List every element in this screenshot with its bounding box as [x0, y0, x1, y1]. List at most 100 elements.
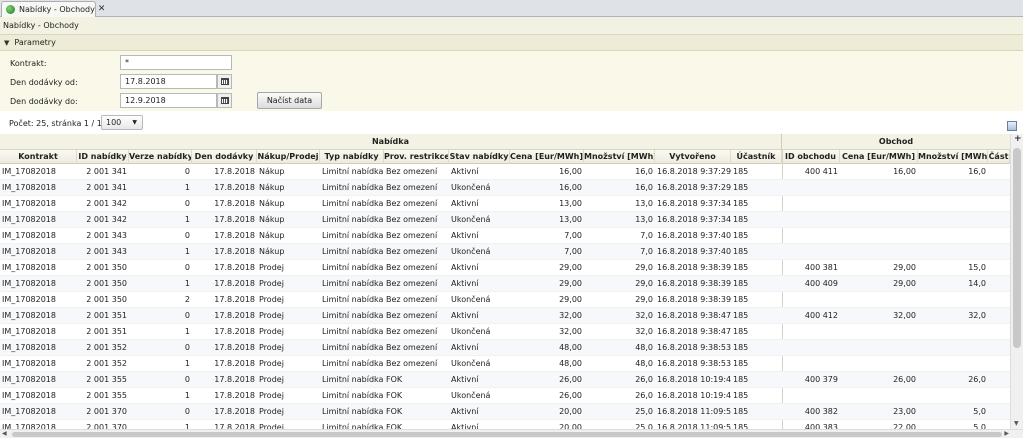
cell-cast: [988, 372, 1010, 388]
table-row[interactable]: IM_17082018 2 001 342 1 17.8.2018 Nákup Limit…: [0, 212, 1010, 228]
table-row[interactable]: IM_17082018 2 001 370 1 17.8.2018 Prodej Limi…: [0, 420, 1010, 429]
horizontal-scrollbar[interactable]: ◀ ▶: [0, 429, 1023, 438]
cell-cena: 29,00: [559, 295, 582, 304]
cell-mnozstvi-obchod: [918, 356, 988, 372]
cell-cena: 29,00: [559, 279, 582, 288]
column-header-prov-restrikce[interactable]: Prov. restrikce: [384, 150, 449, 164]
cell-id-obchodu: [782, 212, 840, 228]
cell-cena-obchod: 26,00: [893, 375, 916, 384]
cell-cena-obchod: [840, 244, 918, 260]
cell-kontrakt: IM_17082018: [2, 407, 56, 416]
column-header-den-dodavky[interactable]: Den dodávky: [192, 150, 257, 164]
table-row[interactable]: IM_17082018 2 001 351 0 17.8.2018 Prodej Limi…: [0, 308, 1010, 324]
cell-prov-restrikce: Bez omezení: [386, 231, 438, 240]
den-dodavky-do-input[interactable]: 12.9.2018: [120, 93, 217, 108]
cell-stav-nabidky: Ukončená: [451, 247, 491, 256]
calendar-od-button[interactable]: [217, 74, 232, 89]
kontrakt-value: *: [125, 58, 129, 67]
cell-ucastnik: 185: [733, 231, 749, 240]
collapse-triangle-icon[interactable]: ▼: [4, 39, 9, 47]
load-data-button[interactable]: Načíst data: [257, 92, 322, 109]
page-size-select[interactable]: 100 ▼: [101, 115, 143, 130]
column-header-typ-nabidky[interactable]: Typ nabídky: [320, 150, 384, 164]
cell-den-dodavky: 17.8.2018: [214, 199, 255, 208]
parameters-header[interactable]: ▼ Parametry: [0, 35, 1023, 51]
cell-id-nabidky: 2 001 350: [86, 279, 127, 288]
scroll-down-icon[interactable]: ▼: [1014, 420, 1019, 427]
horizontal-scroll-thumb[interactable]: [12, 432, 1002, 437]
column-header-id-obchodu[interactable]: ID obchodu: [782, 150, 840, 164]
cell-vytvoreno: 16.8.2018 10:19:42: [657, 375, 731, 384]
cell-id-nabidky: 2 001 355: [86, 391, 127, 400]
cell-vytvoreno: 16.8.2018 9:38:39: [657, 295, 731, 304]
table-row[interactable]: IM_17082018 2 001 350 2 17.8.2018 Prodej Limi…: [0, 292, 1010, 308]
pager-bar: Počet: 25, stránka 1 / 1. 100 ▼: [0, 112, 1023, 133]
column-header-kontrakt[interactable]: Kontrakt: [0, 150, 77, 164]
cell-typ-nabidky: Limitní nabídka: [322, 359, 384, 368]
cell-cena: 32,00: [559, 327, 582, 336]
column-header-verze-nabidky[interactable]: Verze nabídky: [129, 150, 192, 164]
cell-cena: 48,00: [559, 343, 582, 352]
cell-ucastnik: 185: [733, 263, 749, 272]
table-row[interactable]: IM_17082018 2 001 342 0 17.8.2018 Nákup Limit…: [0, 196, 1010, 212]
cell-nakup-prodej: Nákup: [259, 215, 285, 224]
table-row[interactable]: IM_17082018 2 001 355 1 17.8.2018 Prodej Limi…: [0, 388, 1010, 404]
cell-nakup-prodej: Nákup: [259, 247, 285, 256]
close-icon[interactable]: ✕: [98, 5, 106, 14]
cell-stav-nabidky: Aktivní: [451, 279, 479, 288]
column-header-nakup-prodej[interactable]: Nákup/Prodej: [257, 150, 320, 164]
cell-vytvoreno: 16.8.2018 9:38:47: [657, 327, 731, 336]
cell-stav-nabidky: Aktivní: [451, 407, 479, 416]
cell-stav-nabidky: Aktivní: [451, 375, 479, 384]
cell-vytvoreno: 16.8.2018 9:37:29: [657, 183, 731, 192]
column-header-cast[interactable]: Část: [988, 150, 1010, 164]
kontrakt-input[interactable]: *: [120, 55, 232, 70]
cell-mnozstvi: 26,0: [635, 391, 653, 400]
table-row[interactable]: IM_17082018 2 001 351 1 17.8.2018 Prodej Limi…: [0, 324, 1010, 340]
column-header-mnozstvi-obchod[interactable]: Množství [MWh]: [918, 150, 988, 164]
column-header-ucastnik[interactable]: Účastník: [731, 150, 782, 164]
cell-cena-obchod: [840, 292, 918, 308]
table-row[interactable]: IM_17082018 2 001 350 1 17.8.2018 Prodej Limi…: [0, 276, 1010, 292]
column-header-cena-obchod[interactable]: Cena [Eur/MWh]: [840, 150, 918, 164]
cell-mnozstvi: 32,0: [635, 327, 653, 336]
table-row[interactable]: IM_17082018 2 001 350 0 17.8.2018 Prodej Limi…: [0, 260, 1010, 276]
vertical-scroll-thumb[interactable]: [1013, 148, 1021, 348]
scroll-right-icon[interactable]: ▶: [1004, 430, 1009, 437]
add-column-icon[interactable]: +: [1014, 134, 1022, 144]
cell-verze-nabidky: 1: [184, 279, 190, 288]
column-header-mnozstvi[interactable]: Množství [MWh]: [584, 150, 655, 164]
cell-vytvoreno: 16.8.2018 9:38:53: [657, 359, 731, 368]
cell-id-obchodu: [782, 196, 840, 212]
column-header-cena[interactable]: Cena [Eur/MWh]: [510, 150, 584, 164]
cell-stav-nabidky: Aktivní: [451, 199, 479, 208]
table-row[interactable]: IM_17082018 2 001 352 0 17.8.2018 Prodej Limi…: [0, 340, 1010, 356]
export-icon[interactable]: [1007, 121, 1017, 131]
cell-stav-nabidky: Aktivní: [451, 311, 479, 320]
vertical-scrollbar[interactable]: + ▼: [1010, 134, 1023, 429]
cell-cast: [988, 292, 1010, 308]
cell-prov-restrikce: Bez omezení: [386, 263, 438, 272]
table-row[interactable]: IM_17082018 2 001 343 1 17.8.2018 Nákup Limit…: [0, 244, 1010, 260]
den-dodavky-od-input[interactable]: 17.8.2018: [120, 74, 217, 89]
cell-prov-restrikce: Bez omezení: [386, 327, 438, 336]
cell-verze-nabidky: 1: [184, 327, 190, 336]
table-row[interactable]: IM_17082018 2 001 370 0 17.8.2018 Prodej Limi…: [0, 404, 1010, 420]
scroll-left-icon[interactable]: ◀: [2, 430, 7, 437]
column-header-vytvoreno[interactable]: Vytvořeno: [655, 150, 731, 164]
table-row[interactable]: IM_17082018 2 001 341 0 17.8.2018 Nákup Limit…: [0, 164, 1010, 180]
table-row[interactable]: IM_17082018 2 001 355 0 17.8.2018 Prodej Limi…: [0, 372, 1010, 388]
cell-den-dodavky: 17.8.2018: [214, 167, 255, 176]
cell-den-dodavky: 17.8.2018: [214, 327, 255, 336]
column-header-id-nabidky[interactable]: ID nabídky: [77, 150, 129, 164]
table-row[interactable]: IM_17082018 2 001 352 1 17.8.2018 Prodej Limi…: [0, 356, 1010, 372]
cell-prov-restrikce: Bez omezení: [386, 183, 438, 192]
cell-cast: [988, 164, 1010, 180]
calendar-do-button[interactable]: [217, 93, 232, 108]
tab-nabidky-obchody[interactable]: Nabídky - Obchody ✕: [1, 1, 105, 17]
table-row[interactable]: IM_17082018 2 001 343 0 17.8.2018 Nákup Limit…: [0, 228, 1010, 244]
table-row[interactable]: IM_17082018 2 001 341 1 17.8.2018 Nákup Limit…: [0, 180, 1010, 196]
column-header-stav-nabidky[interactable]: Stav nabídky: [449, 150, 510, 164]
cell-cast: [988, 276, 1010, 292]
cell-cast: [988, 388, 1010, 404]
